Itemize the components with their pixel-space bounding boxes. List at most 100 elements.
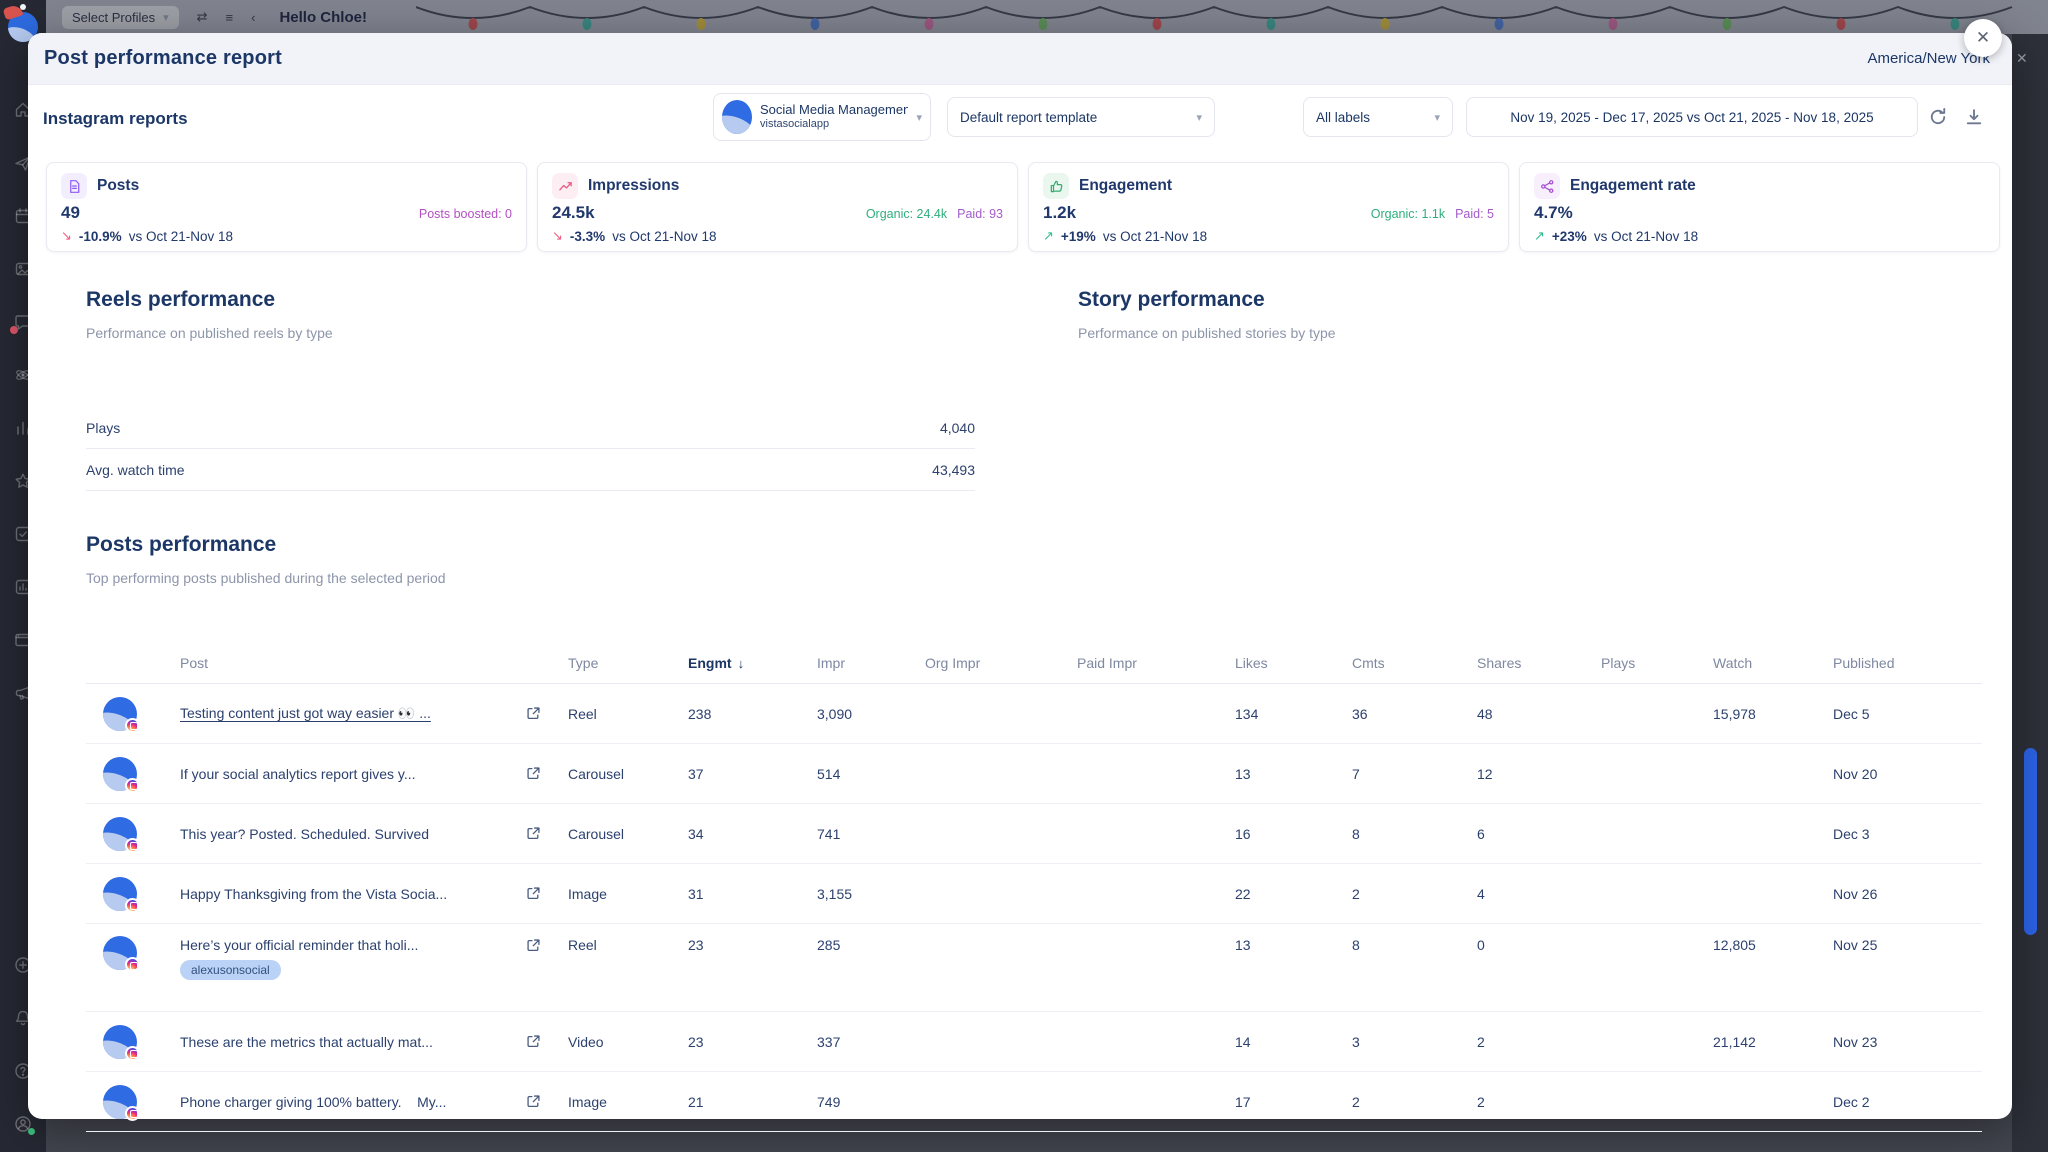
metric-value: 4,040 <box>940 420 975 436</box>
report-template-select[interactable]: Default report template ▾ <box>947 97 1215 137</box>
collapse-icon[interactable]: ‹ <box>251 10 255 25</box>
trend-down-icon: ↘ <box>552 228 563 244</box>
card-title: Engagement <box>1079 177 1172 195</box>
close-icon: ✕ <box>1976 28 1990 48</box>
select-profiles-label: Select Profiles <box>72 10 155 25</box>
instagram-badge-icon <box>125 838 140 853</box>
section-title: Story performance <box>1078 288 1938 312</box>
post-link[interactable]: These are the metrics that actually mat.… <box>180 1034 433 1050</box>
card-value: 4.7% <box>1534 203 1573 223</box>
external-link-icon[interactable] <box>527 827 540 840</box>
reels-performance-section: Reels performance Performance on publish… <box>86 288 975 491</box>
section-subtitle: Performance on published reels by type <box>86 325 975 341</box>
date-range-picker[interactable]: Nov 19, 2025 - Dec 17, 2025 vs Oct 21, 2… <box>1466 97 1918 137</box>
post-link[interactable]: Phone charger giving 100% battery. My... <box>180 1094 446 1110</box>
col-cmts: Cmts <box>1352 655 1477 671</box>
delta-percent: -3.3% <box>570 229 605 244</box>
metric-card-impressions: Impressions 24.5k Organic: 24.4k Paid: 9… <box>537 162 1018 252</box>
col-post: Post <box>180 655 568 671</box>
col-org-impr: Org Impr <box>925 655 1077 671</box>
instagram-badge-icon <box>125 1106 140 1121</box>
report-template-value: Default report template <box>960 110 1097 125</box>
labels-select[interactable]: All labels ▾ <box>1303 97 1453 137</box>
impressions-chart-icon <box>552 173 578 199</box>
screen: Select Profiles ▾ ⇄ ≡ ‹ Hello Chloe! ✕ ✕ <box>0 0 2048 1152</box>
table-row: If your social analytics report gives y.… <box>86 744 1982 804</box>
table-row: Testing content just got way easier 👀 ..… <box>86 684 1982 744</box>
card-title: Engagement rate <box>1570 177 1696 195</box>
download-icon[interactable] <box>1964 107 1984 127</box>
comparison-label: vs Oct 21-Nov 18 <box>1594 229 1698 244</box>
col-engmt-sort[interactable]: Engmt↓ <box>688 655 817 671</box>
trend-up-icon: ↗ <box>1043 228 1054 244</box>
profile-select[interactable]: Social Media Management Tool vistasocial… <box>713 93 931 141</box>
profile-handle: vistasocialapp <box>760 118 908 132</box>
engagement-rate-network-icon <box>1534 173 1560 199</box>
col-watch: Watch <box>1713 655 1833 671</box>
post-avatar <box>103 817 137 851</box>
post-avatar <box>103 877 137 911</box>
card-value: 1.2k <box>1043 203 1076 223</box>
chevron-down-icon: ▾ <box>163 11 169 24</box>
post-link[interactable]: Testing content just got way easier 👀 ..… <box>180 705 431 722</box>
comparison-label: vs Oct 21-Nov 18 <box>1103 229 1207 244</box>
card-title: Impressions <box>588 177 679 195</box>
background-close-icon[interactable]: ✕ <box>2016 50 2028 67</box>
comparison-label: vs Oct 21-Nov 18 <box>612 229 716 244</box>
delta-percent: +23% <box>1552 229 1587 244</box>
card-title: Posts <box>97 177 139 195</box>
profile-name: Social Media Management Tool <box>760 102 908 118</box>
post-link[interactable]: Happy Thanksgiving from the Vista Socia.… <box>180 886 447 902</box>
trend-up-icon: ↗ <box>1534 228 1545 244</box>
delta-percent: -10.9% <box>79 229 122 244</box>
card-value: 49 <box>61 203 80 223</box>
trend-down-icon: ↘ <box>61 228 72 244</box>
external-link-icon[interactable] <box>527 1035 540 1048</box>
table-row: Here’s your official reminder that holi.… <box>86 924 1982 1012</box>
user-avatar-icon[interactable] <box>13 1114 33 1134</box>
post-link[interactable]: This year? Posted. Scheduled. Survived <box>180 826 429 842</box>
comparison-label: vs Oct 21-Nov 18 <box>129 229 233 244</box>
modal-title: Post performance report <box>44 47 282 70</box>
col-shares: Shares <box>1477 655 1601 671</box>
table-header: Post Type Engmt↓ Impr Org Impr Paid Impr… <box>86 643 1982 684</box>
close-button[interactable]: ✕ <box>1964 19 2002 57</box>
section-subtitle: Top performing posts published during th… <box>86 570 1982 586</box>
background-page-strip: Select Profiles ▾ ⇄ ≡ ‹ Hello Chloe! <box>46 0 2048 34</box>
posts-doc-icon <box>61 173 87 199</box>
external-link-icon[interactable] <box>527 887 540 900</box>
swap-icon[interactable]: ⇄ <box>197 9 208 25</box>
post-avatar <box>103 1085 137 1119</box>
engagement-thumbsup-icon <box>1043 173 1069 199</box>
metric-label: Avg. watch time <box>86 462 185 478</box>
instagram-badge-icon <box>125 778 140 793</box>
metric-cards-row: Posts 49 Posts boosted: 0 ↘ -10.9% vs Oc… <box>46 162 2000 252</box>
select-profiles-dropdown[interactable]: Select Profiles ▾ <box>62 6 179 29</box>
delta-percent: +19% <box>1061 229 1096 244</box>
sort-down-icon: ↓ <box>738 656 745 671</box>
section-title: Posts performance <box>86 533 1982 557</box>
external-link-icon[interactable] <box>527 1095 540 1108</box>
post-avatar <box>103 1025 137 1059</box>
col-likes: Likes <box>1235 655 1352 671</box>
post-avatar <box>103 936 137 970</box>
post-link[interactable]: Here’s your official reminder that holi.… <box>180 937 418 953</box>
instagram-reports-title: Instagram reports <box>43 109 188 129</box>
external-link-icon[interactable] <box>527 707 540 720</box>
menu-icon[interactable]: ≡ <box>226 10 234 25</box>
organic-label: Organic: 24.4k <box>866 207 947 221</box>
post-link[interactable]: If your social analytics report gives y.… <box>180 766 416 782</box>
posts-boosted-label: Posts boosted: 0 <box>419 207 512 221</box>
post-avatar <box>103 697 137 731</box>
col-plays: Plays <box>1601 655 1713 671</box>
scrollbar-thumb[interactable] <box>2024 748 2037 935</box>
table-row: Phone charger giving 100% battery. My...… <box>86 1072 1982 1132</box>
external-link-icon[interactable] <box>527 939 540 952</box>
external-link-icon[interactable] <box>527 767 540 780</box>
post-label-tag[interactable]: alexusonsocial <box>180 960 281 980</box>
table-row: These are the metrics that actually mat.… <box>86 1012 1982 1072</box>
reels-row-watch-time: Avg. watch time 43,493 <box>86 449 975 491</box>
instagram-badge-icon <box>125 1046 140 1061</box>
col-type: Type <box>568 655 688 671</box>
refresh-icon[interactable] <box>1928 107 1948 127</box>
